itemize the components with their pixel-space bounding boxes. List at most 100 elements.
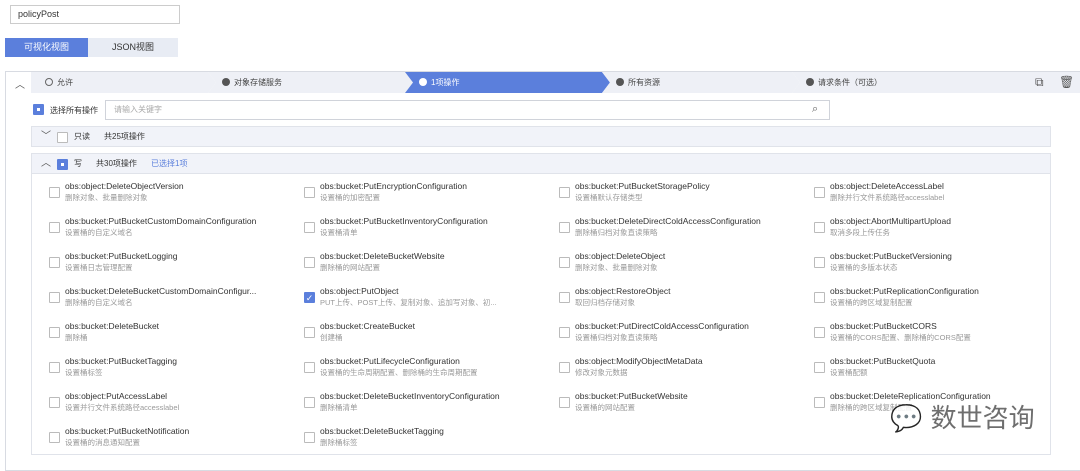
step-label: 所有资源	[628, 78, 660, 87]
action-checkbox[interactable]	[814, 292, 825, 303]
action-checkbox[interactable]: ✓	[304, 292, 315, 303]
readonly-group-checkbox[interactable]	[57, 131, 68, 150]
action-item[interactable]: obs:bucket:DeleteBucket 删除桶	[49, 321, 299, 353]
write-group-header[interactable]: ︿ 写 共30项操作 已选择1项	[31, 153, 1051, 174]
action-item[interactable]: obs:object:RestoreObject 取回归档存储对象	[559, 286, 809, 318]
action-checkbox[interactable]	[304, 327, 315, 338]
action-checkbox[interactable]	[49, 222, 60, 233]
step-actions[interactable]: 1项操作	[405, 72, 610, 93]
chevron-up-icon[interactable]: ︿	[41, 154, 51, 173]
action-item[interactable]: obs:object:ModifyObjectMetaData 修改对象元数据	[559, 356, 809, 388]
action-item[interactable]: obs:bucket:PutBucketVersioning 设置桶的多版本状态	[814, 251, 1064, 283]
action-item[interactable]: obs:bucket:PutBucketLogging 设置桶日志管理配置	[49, 251, 299, 283]
select-all-checkbox[interactable]	[33, 104, 44, 117]
action-item[interactable]: obs:bucket:PutBucketCustomDomainConfigur…	[49, 216, 299, 248]
action-item[interactable]: obs:bucket:PutDirectColdAccessConfigurat…	[559, 321, 809, 353]
group-title: 只读	[74, 132, 90, 141]
action-checkbox[interactable]	[304, 187, 315, 198]
action-checkbox[interactable]	[814, 362, 825, 373]
readonly-group-header[interactable]: ﹀ 只读 共25项操作	[31, 126, 1051, 147]
action-item[interactable]: obs:bucket:PutReplicationConfiguration 设置…	[814, 286, 1064, 318]
action-checkbox[interactable]	[559, 362, 570, 373]
action-name: obs:bucket:PutBucketQuota	[830, 356, 936, 366]
action-name: obs:bucket:PutBucketWebsite	[575, 391, 688, 401]
action-item[interactable]: obs:object:DeleteObject 删除对象、批量删除对象	[559, 251, 809, 283]
action-checkbox[interactable]	[49, 257, 60, 268]
action-description: 删除桶的网站配置	[320, 263, 380, 272]
action-item[interactable]: obs:bucket:CreateBucket 创建桶	[304, 321, 554, 353]
action-checkbox[interactable]	[559, 292, 570, 303]
action-description: 设置桶的自定义域名	[65, 228, 133, 237]
action-name: obs:object:DeleteObject	[575, 251, 666, 261]
action-checkbox[interactable]	[559, 187, 570, 198]
action-checkbox[interactable]	[304, 397, 315, 408]
action-checkbox[interactable]	[814, 397, 825, 408]
action-checkbox[interactable]	[304, 222, 315, 233]
action-item[interactable]: obs:bucket:PutBucketInventoryConfigurati…	[304, 216, 554, 248]
action-item[interactable]: obs:bucket:DeleteBucketWebsite 删除桶的网站配置	[304, 251, 554, 283]
action-item[interactable]: obs:bucket:PutBucketStoragePolicy 设置桶默认存储…	[559, 181, 809, 213]
action-checkbox[interactable]	[559, 257, 570, 268]
chevron-down-icon[interactable]: ﹀	[41, 127, 51, 146]
action-checkbox[interactable]	[559, 397, 570, 408]
action-item[interactable]: obs:object:DeleteAccessLabel 删除并行文件系统路径ac…	[814, 181, 1064, 213]
step-conditions[interactable]: 请求条件（可选）	[792, 72, 1025, 93]
action-checkbox[interactable]	[814, 327, 825, 338]
action-name: obs:bucket:PutBucketCustomDomainConfigur…	[65, 216, 257, 226]
action-checkbox[interactable]	[49, 292, 60, 303]
step-effect[interactable]: 允许	[31, 72, 216, 93]
action-item[interactable]: obs:bucket:DeleteBucketCustomDomainConfi…	[49, 286, 299, 318]
action-item[interactable]: obs:bucket:DeleteDirectColdAccessConfigu…	[559, 216, 809, 248]
action-description: 取消多段上传任务	[830, 228, 890, 237]
step-label: 请求条件（可选）	[818, 78, 882, 87]
action-checkbox[interactable]	[559, 327, 570, 338]
action-description: 删除桶归档对象直读策略	[575, 228, 658, 237]
action-item[interactable]: obs:bucket:PutBucketTagging 设置桶标签	[49, 356, 299, 388]
action-description: 删除对象、批量删除对象	[575, 263, 658, 272]
action-description: 设置桶的加密配置	[320, 193, 380, 202]
action-checkbox[interactable]	[304, 432, 315, 443]
action-search-input[interactable]: 请输入关键字	[105, 100, 830, 120]
tab-visual-view[interactable]: 可视化视图	[5, 38, 88, 57]
action-checkbox[interactable]	[814, 257, 825, 268]
delete-trash-icon[interactable]: 🗑	[1059, 76, 1074, 88]
action-name: obs:bucket:PutBucketStoragePolicy	[575, 181, 710, 191]
action-item[interactable]: obs:bucket:PutEncryptionConfiguration 设置桶…	[304, 181, 554, 213]
action-description: 设置桶清单	[320, 228, 358, 237]
action-name: obs:object:RestoreObject	[575, 286, 671, 296]
tab-json-view[interactable]: JSON视图	[88, 38, 178, 57]
action-item[interactable]: obs:bucket:DeleteBucketTagging 删除桶标签	[304, 426, 554, 458]
step-service[interactable]: 对象存储服务	[208, 72, 413, 93]
action-description: 设置桶日志管理配置	[65, 263, 133, 272]
action-name: obs:bucket:CreateBucket	[320, 321, 415, 331]
action-item[interactable]: obs:bucket:PutBucketCORS 设置桶的CORS配置、删除桶的C…	[814, 321, 1064, 353]
action-checkbox[interactable]	[49, 397, 60, 408]
action-checkbox[interactable]	[304, 362, 315, 373]
action-checkbox[interactable]	[559, 222, 570, 233]
copy-icon[interactable]: ⧉	[1035, 76, 1047, 88]
action-item[interactable]: obs:object:PutAccessLabel 设置并行文件系统路径acces…	[49, 391, 299, 423]
action-item[interactable]: obs:bucket:PutBucketQuota 设置桶配额	[814, 356, 1064, 388]
action-checkbox[interactable]	[814, 222, 825, 233]
action-item[interactable]: obs:object:AbortMultipartUpload 取消多段上传任务	[814, 216, 1064, 248]
action-item[interactable]: ✓ obs:object:PutObject PUT上传、POST上传、复制对象、追…	[304, 286, 554, 318]
action-item[interactable]: obs:bucket:PutBucketWebsite 设置桶的网站配置	[559, 391, 809, 423]
action-checkbox[interactable]	[49, 327, 60, 338]
action-description: 删除桶的自定义域名	[65, 298, 133, 307]
action-checkbox[interactable]	[49, 187, 60, 198]
action-checkbox[interactable]	[304, 257, 315, 268]
action-checkbox[interactable]	[49, 432, 60, 443]
collapse-statement-chevron-up-icon[interactable]: ︿	[15, 76, 25, 91]
step-resources[interactable]: 所有资源	[602, 72, 800, 93]
group-count: 共30项操作	[96, 159, 137, 168]
action-item[interactable]: obs:object:DeleteObjectVersion 删除对象、批量删除对…	[49, 181, 299, 213]
action-item[interactable]: obs:bucket:PutBucketNotification 设置桶的消息通知…	[49, 426, 299, 458]
action-checkbox[interactable]	[49, 362, 60, 373]
search-icon[interactable]: ⌕	[812, 103, 818, 116]
action-item[interactable]: obs:bucket:PutLifecycleConfiguration 设置桶的…	[304, 356, 554, 388]
action-item[interactable]: obs:bucket:DeleteBucketInventoryConfigur…	[304, 391, 554, 423]
action-checkbox[interactable]	[814, 187, 825, 198]
select-all-label: 选择所有操作	[50, 106, 98, 115]
write-group-checkbox[interactable]	[57, 158, 68, 177]
policy-name-input[interactable]: policyPost	[10, 5, 180, 24]
